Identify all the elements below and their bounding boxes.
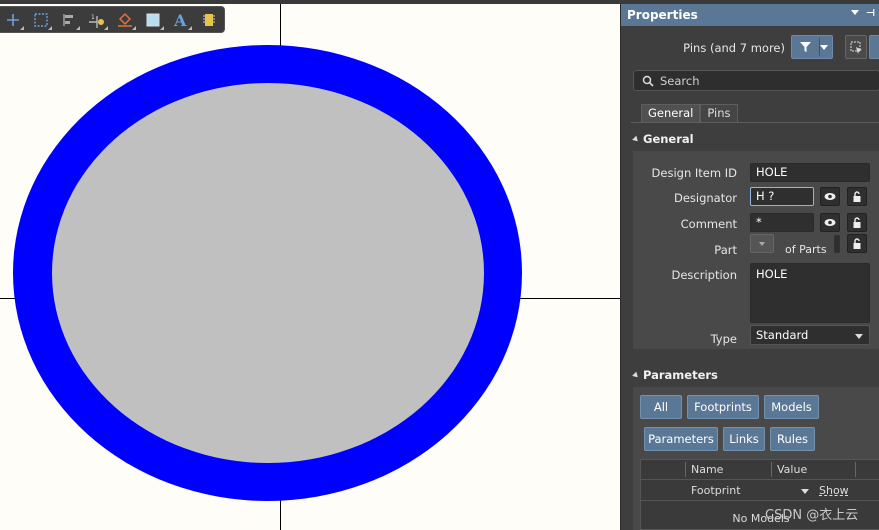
panel-title: Properties bbox=[627, 8, 698, 22]
comment-visibility-button[interactable] bbox=[820, 213, 840, 232]
search-icon bbox=[642, 75, 654, 87]
select-area-icon[interactable] bbox=[30, 9, 52, 31]
filter-row: Pins (and 7 more) bbox=[621, 34, 879, 60]
panel-option-button[interactable] bbox=[869, 35, 879, 59]
part-dropdown[interactable] bbox=[750, 234, 774, 253]
designator-visibility-button[interactable] bbox=[820, 187, 840, 206]
unlock-icon bbox=[853, 216, 861, 228]
svg-text:A: A bbox=[173, 11, 187, 29]
comment-lock-button[interactable] bbox=[847, 213, 867, 232]
search-input[interactable]: Search bbox=[633, 70, 879, 91]
type-label: Type bbox=[710, 332, 737, 346]
eye-icon bbox=[824, 219, 836, 226]
select-cursor-icon bbox=[850, 41, 862, 54]
place-pin-icon[interactable] bbox=[2, 9, 24, 31]
ic-icon[interactable] bbox=[198, 9, 220, 31]
filter-rules-button[interactable]: Rules bbox=[770, 427, 815, 451]
part-label: Part bbox=[714, 243, 737, 257]
pin-icon[interactable]: ⊣ bbox=[866, 8, 875, 19]
place-component-icon[interactable]: 1 bbox=[86, 9, 108, 31]
filter-parameters-button[interactable]: Parameters bbox=[644, 427, 718, 451]
of-parts-label: of Parts bbox=[785, 243, 827, 256]
tab-divider bbox=[631, 122, 879, 123]
table-row[interactable]: Footprint Show bbox=[641, 481, 879, 501]
filter-models-button[interactable]: Models bbox=[764, 395, 819, 419]
select-objects-button[interactable] bbox=[845, 35, 867, 59]
filter-links-button[interactable]: Links bbox=[723, 427, 765, 451]
rectangle-icon[interactable] bbox=[142, 9, 164, 31]
type-dropdown[interactable]: Standard bbox=[750, 325, 870, 345]
show-link[interactable]: Show bbox=[819, 484, 849, 497]
chevron-down-icon bbox=[855, 334, 863, 339]
filter-button[interactable] bbox=[791, 35, 833, 59]
svg-text:1: 1 bbox=[91, 14, 95, 21]
hole-inner-fill[interactable] bbox=[52, 83, 484, 463]
parameters-section-header[interactable]: Parameters bbox=[632, 368, 718, 382]
row-name: Footprint bbox=[691, 484, 741, 497]
comment-label: Comment bbox=[680, 217, 737, 231]
filter-footprints-button[interactable]: Footprints bbox=[687, 395, 759, 419]
chevron-down-icon bbox=[759, 242, 765, 246]
description-field[interactable]: HOLE bbox=[750, 263, 870, 323]
align-icon[interactable] bbox=[58, 9, 80, 31]
part-count-field bbox=[834, 235, 840, 253]
comment-field[interactable]: * bbox=[750, 213, 814, 232]
general-section: Design Item ID HOLE Designator H ? Comme… bbox=[633, 151, 879, 349]
design-item-id-label: Design Item ID bbox=[651, 166, 737, 180]
panel-tabs: General Pins bbox=[641, 104, 738, 123]
tab-pins[interactable]: Pins bbox=[700, 104, 738, 123]
filter-all-button[interactable]: All bbox=[640, 395, 682, 419]
fill-icon[interactable] bbox=[114, 9, 136, 31]
unlock-icon bbox=[853, 190, 861, 202]
active-bar-toolbar: 1 A bbox=[0, 6, 225, 33]
properties-panel: Properties ⊣ Pins (and 7 more) Search Ge… bbox=[620, 4, 879, 530]
schematic-canvas[interactable] bbox=[0, 4, 620, 530]
designator-label: Designator bbox=[673, 191, 737, 205]
design-item-id-field[interactable]: HOLE bbox=[750, 163, 870, 182]
tab-general[interactable]: General bbox=[641, 104, 701, 123]
panel-menu-chevron-icon[interactable] bbox=[851, 10, 859, 15]
panel-title-bar: Properties ⊣ bbox=[621, 4, 879, 26]
column-name-header[interactable]: Name bbox=[691, 463, 723, 476]
search-placeholder: Search bbox=[660, 74, 700, 88]
unlock-icon bbox=[853, 237, 861, 249]
watermark-text: CSDN @衣上云 bbox=[765, 508, 859, 523]
funnel-icon bbox=[800, 42, 811, 52]
table-header: Name Value bbox=[641, 460, 879, 480]
chevron-down-icon bbox=[820, 45, 828, 50]
part-lock-button[interactable] bbox=[847, 234, 867, 253]
chevron-down-icon[interactable] bbox=[801, 489, 809, 494]
collapse-caret-icon bbox=[632, 135, 640, 144]
filter-label: Pins (and 7 more) bbox=[683, 41, 785, 55]
collapse-caret-icon bbox=[632, 371, 640, 380]
general-section-header[interactable]: General bbox=[632, 132, 694, 146]
type-value: Standard bbox=[756, 328, 809, 342]
designator-field[interactable]: H ? bbox=[750, 187, 814, 206]
eye-icon bbox=[824, 193, 836, 200]
text-icon[interactable]: A bbox=[170, 9, 192, 31]
parameters-header-label: Parameters bbox=[643, 368, 718, 382]
column-value-header[interactable]: Value bbox=[777, 463, 807, 476]
description-label: Description bbox=[671, 268, 738, 282]
general-header-label: General bbox=[643, 132, 694, 146]
designator-lock-button[interactable] bbox=[847, 187, 867, 206]
